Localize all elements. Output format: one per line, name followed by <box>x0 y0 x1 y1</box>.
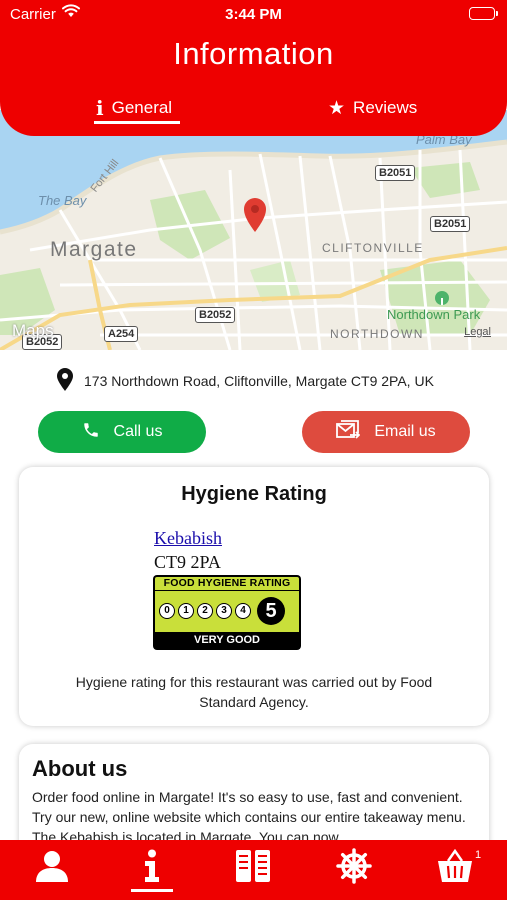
address-text: 173 Northdown Road, Cliftonville, Margat… <box>84 373 434 389</box>
hygiene-rating-card: Hygiene Rating Kebabish CT9 2PA FOOD HYG… <box>19 467 489 726</box>
badge-header: FOOD HYGIENE RATING <box>155 577 299 591</box>
basket-icon <box>437 848 473 888</box>
tab-reviews-label: Reviews <box>353 98 418 117</box>
status-bar: Carrier 3:44 PM <box>0 0 507 28</box>
address-row: 173 Northdown Road, Cliftonville, Margat… <box>56 367 434 395</box>
app-screen: Carrier 3:44 PM Information i General ★ … <box>0 0 507 900</box>
info-icon: i <box>96 96 104 120</box>
header: Carrier 3:44 PM Information i General ★ … <box>0 0 507 136</box>
star-icon: ★ <box>328 97 346 119</box>
road-shield-b2051: B2051 <box>375 165 416 181</box>
user-icon <box>34 849 70 888</box>
road-shield-a254: A254 <box>104 326 139 342</box>
about-title: About us <box>32 756 128 781</box>
nav-information[interactable] <box>132 848 172 888</box>
tab-general[interactable]: i General <box>96 92 172 124</box>
menu-icon <box>235 849 271 888</box>
hygiene-note: Hygiene rating for this restaurant was c… <box>75 674 433 710</box>
business-postcode: CT9 2PA <box>154 552 221 572</box>
tab-reviews[interactable]: ★ Reviews <box>328 92 417 124</box>
rating-label: VERY GOOD <box>155 632 299 648</box>
bottom-tab-bar: 1 <box>0 840 507 900</box>
nav-profile[interactable] <box>32 848 72 888</box>
status-time: 3:44 PM <box>225 6 282 23</box>
tab-general-label: General <box>111 98 173 117</box>
battery-icon <box>469 7 498 20</box>
road-shield-b2051: B2051 <box>430 216 471 232</box>
segment-tabs: i General ★ Reviews <box>0 92 507 124</box>
score-active: 5 <box>257 597 285 625</box>
email-us-label: Email us <box>374 423 436 440</box>
score-2: 2 <box>197 603 213 619</box>
map-label-margate: Margate <box>50 238 138 261</box>
hygiene-title: Hygiene Rating <box>181 483 327 505</box>
email-icon <box>336 419 361 445</box>
score-1: 1 <box>178 603 194 619</box>
map-label-cliftonville: CLIFTONVILLE <box>322 241 424 255</box>
cart-count-badge: 1 <box>475 849 482 861</box>
settings-icon <box>336 847 372 889</box>
location-map[interactable]: Palm Bay Fort Hill The Bay Margate CLIFT… <box>0 110 507 350</box>
food-hygiene-badge[interactable]: FOOD HYGIENE RATING 0 1 2 3 4 5 VERY GOO… <box>153 575 301 650</box>
maps-provider-label: Maps <box>12 321 54 340</box>
active-tab-indicator <box>94 121 180 124</box>
road-shield-b2052: B2052 <box>195 307 236 323</box>
call-us-label: Call us <box>113 423 163 440</box>
nav-settings[interactable] <box>334 847 374 889</box>
map-pin-icon <box>56 367 74 395</box>
score-4: 4 <box>235 603 251 619</box>
active-nav-indicator <box>131 889 173 892</box>
business-name-link[interactable]: Kebabish <box>154 528 222 549</box>
page-title: Information <box>173 36 334 71</box>
map-label-northdown: NORTHDOWN <box>330 327 424 341</box>
about-text: Order food online in Margate! It's so ea… <box>32 789 466 845</box>
maps-logo: Maps <box>12 321 54 341</box>
call-us-button[interactable]: Call us <box>38 411 206 453</box>
nav-basket[interactable] <box>435 848 475 888</box>
email-us-button[interactable]: Email us <box>302 411 470 453</box>
nav-menu[interactable] <box>233 848 273 888</box>
map-label-northdown-park: Northdown Park <box>387 307 481 322</box>
map-legal-link[interactable]: Legal <box>464 326 491 338</box>
map-label-the-bay: The Bay <box>38 193 87 208</box>
score-3: 3 <box>216 603 232 619</box>
phone-icon <box>82 421 100 444</box>
info-icon <box>139 849 165 888</box>
score-0: 0 <box>159 603 175 619</box>
rating-scale: 0 1 2 3 4 5 <box>159 597 285 625</box>
